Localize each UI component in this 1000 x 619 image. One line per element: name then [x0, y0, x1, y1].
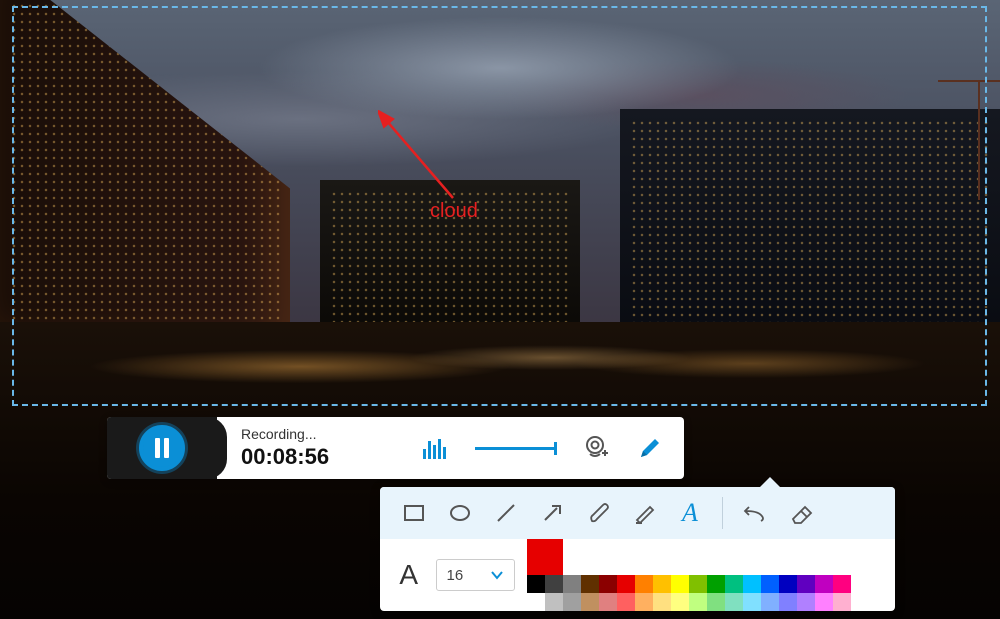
color-swatch[interactable] — [833, 593, 851, 611]
color-palette — [527, 539, 881, 611]
line-icon — [494, 501, 518, 525]
eraser-icon — [789, 501, 813, 525]
audio-level-icon — [423, 437, 446, 459]
recording-info: Recording... 00:08:56 — [217, 426, 343, 470]
color-swatch[interactable] — [653, 593, 671, 611]
text-tool[interactable]: A — [670, 493, 710, 533]
text-options-row: A 16 — [380, 539, 895, 611]
brush-icon — [586, 501, 610, 525]
color-swatch[interactable] — [563, 593, 581, 611]
eraser-tool[interactable] — [781, 493, 821, 533]
recording-status: Recording... — [241, 426, 329, 442]
audio-level-button[interactable] — [416, 430, 452, 466]
rectangle-icon — [402, 501, 426, 525]
color-swatch[interactable] — [545, 593, 563, 611]
color-swatch[interactable] — [815, 575, 833, 593]
color-swatch[interactable] — [707, 575, 725, 593]
annotation-text[interactable]: cloud — [430, 200, 478, 223]
rectangle-tool[interactable] — [394, 493, 434, 533]
current-color-swatch[interactable] — [527, 539, 563, 575]
color-swatch[interactable] — [581, 593, 599, 611]
color-swatch[interactable] — [617, 593, 635, 611]
pause-button[interactable] — [139, 425, 185, 471]
color-swatch[interactable] — [689, 593, 707, 611]
font-size-value: 16 — [447, 567, 464, 584]
color-swatch[interactable] — [599, 575, 617, 593]
shape-tools-row: A — [380, 487, 895, 539]
webcam-button[interactable] — [578, 430, 614, 466]
color-swatch[interactable] — [797, 593, 815, 611]
color-swatch[interactable] — [761, 575, 779, 593]
text-icon: A — [682, 498, 698, 528]
pencil-icon — [637, 435, 663, 461]
font-sample-icon: A — [394, 559, 424, 591]
color-swatch[interactable] — [815, 593, 833, 611]
color-swatch[interactable] — [707, 593, 725, 611]
arrow-icon — [540, 501, 564, 525]
highlighter-icon — [632, 501, 656, 525]
arrow-annotation[interactable] — [378, 110, 478, 210]
line-tool[interactable] — [486, 493, 526, 533]
color-swatch[interactable] — [671, 575, 689, 593]
recording-timer: 00:08:56 — [241, 444, 329, 470]
color-swatch[interactable] — [725, 575, 743, 593]
color-swatch[interactable] — [779, 593, 797, 611]
recording-toolbar: Recording... 00:08:56 — [107, 417, 684, 479]
color-swatch[interactable] — [563, 575, 581, 593]
color-swatch[interactable] — [635, 575, 653, 593]
pause-icon — [155, 438, 169, 458]
undo-icon — [743, 501, 767, 525]
recorder-control-area — [107, 417, 217, 479]
color-swatch[interactable] — [689, 575, 707, 593]
brush-tool[interactable] — [578, 493, 618, 533]
color-swatch[interactable] — [671, 593, 689, 611]
color-swatch[interactable] — [545, 575, 563, 593]
divider — [722, 497, 723, 529]
color-swatch[interactable] — [743, 593, 761, 611]
webcam-icon — [582, 434, 610, 462]
color-swatch[interactable] — [725, 593, 743, 611]
color-swatch[interactable] — [635, 593, 653, 611]
color-swatch[interactable] — [743, 575, 761, 593]
volume-slider-icon — [475, 447, 555, 450]
chevron-down-icon — [490, 568, 504, 582]
font-size-select[interactable]: 16 — [436, 559, 515, 591]
color-swatch[interactable] — [761, 593, 779, 611]
color-swatch[interactable] — [581, 575, 599, 593]
color-swatch[interactable] — [779, 575, 797, 593]
highlighter-tool[interactable] — [624, 493, 664, 533]
volume-slider[interactable] — [470, 430, 560, 466]
ellipse-tool[interactable] — [440, 493, 480, 533]
capture-region[interactable] — [12, 6, 987, 406]
color-swatch[interactable] — [617, 575, 635, 593]
arrow-tool[interactable] — [532, 493, 572, 533]
color-swatch[interactable] — [797, 575, 815, 593]
color-swatch[interactable] — [527, 593, 545, 611]
draw-button[interactable] — [632, 430, 668, 466]
undo-button[interactable] — [735, 493, 775, 533]
color-swatch[interactable] — [527, 575, 545, 593]
color-swatch[interactable] — [653, 575, 671, 593]
color-swatch[interactable] — [833, 575, 851, 593]
annotation-panel: A A 16 — [380, 487, 895, 611]
ellipse-icon — [448, 501, 472, 525]
color-swatch[interactable] — [599, 593, 617, 611]
